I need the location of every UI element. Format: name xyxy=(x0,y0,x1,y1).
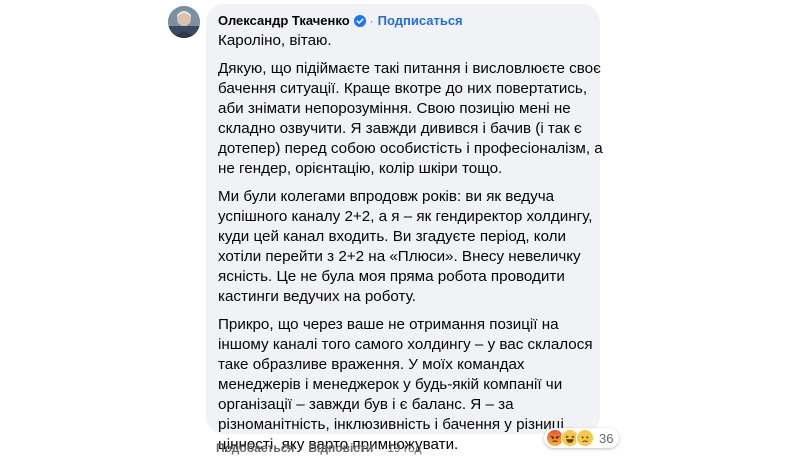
comment-text: Кароліно, вітаю. Дякую, що підіймаєте та… xyxy=(218,31,603,455)
text-line: дотепер) перед собою особистість і профе… xyxy=(218,140,603,157)
avatar-photo xyxy=(168,6,200,38)
text-line: Прикро, що через ваше не отримання позиц… xyxy=(218,316,559,333)
author-name[interactable]: Олександр Ткаченко xyxy=(218,13,350,28)
reply-button[interactable]: Відповісти xyxy=(308,441,373,455)
text-line: успішного каналу 2+2, а я – як гендирект… xyxy=(218,208,593,225)
text-line: куди цей канал входить. Ви згадуєте пері… xyxy=(218,228,567,245)
text-line: різноманітність, інклюзивність і бачення… xyxy=(218,416,564,433)
subscribe-button[interactable]: Подписаться xyxy=(378,13,463,28)
text-line: ясність. Це не була моя пряма робота про… xyxy=(218,268,565,285)
comment-paragraph: Ми були колегами впродовж років: ви як в… xyxy=(218,187,593,307)
comment-header: Олександр Ткаченко · Подписаться xyxy=(218,12,588,29)
text-line: таке образливе враження. У моїх командах xyxy=(218,356,525,373)
text-line: організації – завжди був і є баланс. Я –… xyxy=(218,396,514,413)
text-line: іншому каналі того самого холдингу – у в… xyxy=(218,336,593,353)
comment-actions: Подобається · Відповісти · 19 год xyxy=(216,441,421,455)
like-button[interactable]: Подобається xyxy=(216,441,294,455)
comment-paragraph: Дякую, що підіймаєте такі питання і висл… xyxy=(218,59,603,179)
header-separator: · xyxy=(369,13,374,28)
text-line: Дякую, що підіймаєте такі питання і висл… xyxy=(218,60,601,77)
text-line: аби знімати непорозуміння. Свою позицію … xyxy=(218,100,571,117)
action-separator: · xyxy=(299,441,304,455)
text-line: Ми були колегами впродовж років: ви як в… xyxy=(218,188,555,205)
text-line: складно озвучити. Я завжди дивився і бач… xyxy=(218,120,582,137)
text-line: не гендер, орієнтацію, колір шкіри тощо. xyxy=(218,160,503,177)
comment: Олександр Ткаченко · Подписаться Каролін… xyxy=(164,0,624,460)
greeting: Кароліно, вітаю. xyxy=(218,32,332,49)
reactions-summary[interactable]: 36 xyxy=(544,428,620,448)
text-line: кастинги ведучих на роботу. xyxy=(218,288,416,305)
comment-bubble: Олександр Ткаченко · Подписаться Каролін… xyxy=(206,4,603,453)
action-separator: · xyxy=(378,441,383,455)
text-line: бачення ситуації. Краще вкотре до них по… xyxy=(218,80,588,97)
sad-reaction-icon xyxy=(576,429,594,447)
text-line: менеджерів і менеджерок у будь-якій комп… xyxy=(218,376,563,393)
comment-paragraph: Прикро, що через ваше не отримання позиц… xyxy=(218,315,593,455)
verified-badge-icon xyxy=(353,14,366,27)
reaction-count: 36 xyxy=(599,430,614,446)
avatar[interactable] xyxy=(168,6,200,38)
text-line: хотіли перейти з 2+2 на «Плюси». Внесу н… xyxy=(218,248,581,265)
timestamp[interactable]: 19 год xyxy=(387,441,421,455)
